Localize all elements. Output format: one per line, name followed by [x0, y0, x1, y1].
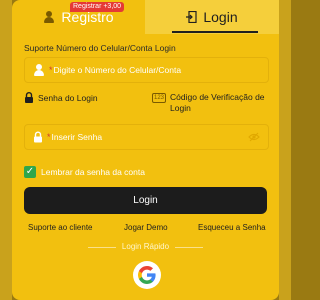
remember-password-label: Lembrar da senha da conta — [41, 167, 145, 177]
tab-login-label: Login — [203, 9, 238, 25]
register-bonus-badge: Registrar +3,00 — [70, 2, 125, 12]
lock-icon — [25, 92, 33, 103]
checkmark-icon: ✓ — [25, 166, 35, 177]
remember-password-checkbox[interactable]: ✓ — [24, 166, 36, 178]
password-placeholder: Inserir Senha — [51, 132, 103, 142]
login-mode-code-label: Código de Verificação de Login — [170, 92, 265, 113]
login-mode-password-label: Senha do Login — [38, 92, 98, 103]
background-left — [0, 0, 12, 300]
auth-tabs: Registro Registrar +3,00 Login — [12, 0, 279, 34]
forgot-password-link[interactable]: Esqueceu a Senha — [198, 223, 266, 232]
password-input[interactable]: * Inserir Senha — [24, 124, 269, 150]
play-demo-link[interactable]: Jogar Demo — [124, 223, 168, 232]
phone-field-label: Suporte Número do Celular/Conta Login — [24, 43, 176, 53]
login-panel: Registro Registrar +3,00 Login Suporte N… — [12, 0, 279, 300]
eye-off-icon[interactable] — [248, 132, 260, 142]
user-icon — [43, 11, 55, 23]
active-tab-indicator — [172, 31, 258, 33]
customer-support-link[interactable]: Suporte ao cliente — [28, 223, 93, 232]
required-marker: * — [47, 132, 51, 142]
login-submit-button[interactable]: Login — [24, 187, 267, 214]
google-icon — [138, 266, 156, 284]
user-icon — [33, 64, 45, 76]
tab-login[interactable]: Login — [145, 0, 279, 34]
login-door-icon — [186, 11, 197, 23]
phone-account-input[interactable]: * Digite o Número do Celular/Conta — [24, 57, 269, 83]
quick-login-label: Login Rápido — [121, 242, 170, 251]
login-mode-password[interactable]: Senha do Login — [24, 92, 98, 103]
divider-right — [175, 247, 203, 248]
google-login-button[interactable] — [133, 261, 161, 289]
code-123-icon: 123 — [152, 93, 167, 103]
phone-placeholder: Digite o Número do Celular/Conta — [53, 65, 182, 75]
login-mode-code[interactable]: 123 Código de Verificação de Login — [152, 92, 272, 114]
required-marker: * — [49, 65, 53, 75]
lock-icon — [34, 131, 42, 143]
background-right — [279, 0, 291, 300]
